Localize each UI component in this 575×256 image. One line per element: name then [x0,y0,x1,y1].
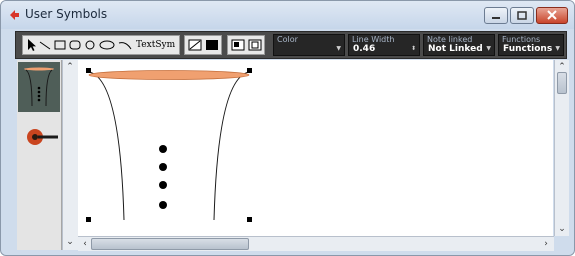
window-title: User Symbols [25,7,108,21]
scroll-down-icon[interactable]: ⌄ [556,223,568,235]
bring-front-icon[interactable] [231,38,245,52]
close-icon [547,10,557,20]
vertical-scroll-thumb[interactable] [557,72,567,94]
scroll-left-icon[interactable]: ‹ [79,238,91,250]
color-label: Color [277,35,298,44]
spinner-icon: ⬍ [410,45,416,52]
arrow-tool-icon[interactable] [26,38,36,52]
arrange-group [227,35,265,55]
solid-fill-icon[interactable] [205,38,219,52]
selection-handle [86,217,91,222]
bow-symbol-thumbnail-icon [27,129,58,145]
note-linked-label: Note linked [427,35,473,44]
note-linked-field[interactable]: Note linked Not Linked ▼ [423,34,495,56]
symbol-item-selected[interactable] [18,62,60,112]
horizontal-scroll-thumb[interactable] [91,238,249,250]
selection-handle [86,68,91,73]
scroll-right-icon[interactable]: › [540,238,552,250]
close-button[interactable] [536,7,568,24]
send-back-icon[interactable] [248,38,262,52]
functions-field[interactable]: Functions Functions ▼ [498,34,564,56]
rectangle-tool-icon[interactable] [54,38,66,52]
line-width-field[interactable]: Line Width 0.46 ⬍ [348,34,420,56]
chevron-down-icon: ▼ [486,45,491,52]
scroll-down-icon[interactable]: ⌄ [64,236,76,248]
line-tool-icon[interactable] [39,38,51,52]
canvas-vertical-scrollbar[interactable]: ⌃ ⌄ [554,60,569,236]
symbol-canvas[interactable] [78,60,553,236]
app-icon [10,10,19,20]
selection-handle [247,217,252,222]
canvas-horizontal-scrollbar[interactable]: ‹ › [78,236,554,251]
symbol-item[interactable] [18,113,60,163]
drawing-tools-group: TextSym [22,35,180,55]
rounded-rect-tool-icon[interactable] [69,38,81,52]
functions-value: Functions [503,44,553,54]
chevron-down-icon: ▼ [555,45,560,52]
scroll-up-icon[interactable]: ⌃ [64,61,76,73]
arc-tool-icon[interactable] [118,38,132,52]
selection-handle [247,68,252,73]
color-field[interactable]: Color ▼ [273,34,345,56]
ellipse-tool-icon[interactable] [99,38,115,52]
outline-fill-icon[interactable] [188,38,202,52]
minimize-icon [492,17,500,19]
fill-mode-group [184,35,222,55]
funnel-symbol-drawing[interactable] [78,60,553,236]
line-width-label: Line Width [352,35,395,44]
chevron-down-icon: ▼ [336,45,341,52]
user-symbols-window: User Symbols TextSym Color ▼ Line Width … [0,0,575,256]
symbol-list [17,60,62,250]
note-linked-value: Not Linked [428,44,483,54]
circle-tool-icon[interactable] [84,38,96,52]
minimize-button[interactable] [484,7,508,24]
text-symbol-tool[interactable]: TextSym [136,40,175,50]
funnel-symbol-thumbnail-icon [24,67,54,107]
functions-label: Functions [502,35,541,44]
symbol-list-scrollbar[interactable]: ⌃ ⌄ [62,60,78,250]
title-bar[interactable]: User Symbols [1,1,574,29]
line-width-value: 0.46 [353,44,376,54]
maximize-button[interactable] [510,7,534,24]
maximize-icon [517,11,527,20]
symbol-toolbar: TextSym Color ▼ Line Width 0.46 ⬍ Note l… [15,31,567,59]
